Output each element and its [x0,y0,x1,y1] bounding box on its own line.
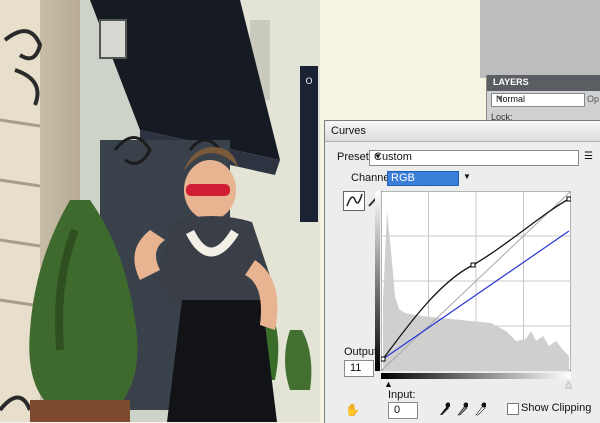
input-gradient-bar [381,373,571,379]
opacity-label: Op [587,94,600,104]
svg-text:О: О [305,77,312,87]
curves-graph[interactable] [381,191,571,371]
curve-point[interactable] [470,262,476,268]
layers-tab-label: LAYERS [493,77,529,87]
black-point-slider[interactable]: ▲ [384,379,393,389]
channel-value: RGB [391,172,415,184]
show-clipping-checkbox[interactable] [507,403,519,415]
gray-eyedropper-icon[interactable] [456,402,469,419]
chevron-down-icon: ▼ [374,152,382,161]
curves-title-bar: Curves [325,121,600,142]
preset-label: Preset: [337,151,372,163]
hand-adjust-icon[interactable]: ✋ [345,403,360,417]
curve-icon [346,193,363,207]
blend-mode-select[interactable]: Normal ▼ [491,93,585,107]
input-value: 0 [394,404,401,416]
channel-select[interactable]: RGB ▼ [387,171,473,186]
chevron-down-icon: ▼ [496,94,504,103]
preset-options-icon[interactable]: ☰ [584,151,593,162]
curves-dialog: Curves Preset: Custom ▼ ☰ Channel: RGB ▼ [324,120,600,423]
show-clipping-label: Show Clipping [521,402,592,414]
white-eyedropper-icon[interactable] [474,402,487,419]
output-field[interactable]: 11 [344,360,374,377]
input-label: Input: [388,389,416,401]
chevron-down-icon: ▼ [463,172,471,181]
black-eyedropper-icon[interactable] [438,402,451,419]
curves-title: Curves [331,125,366,137]
output-value: 11 [350,362,362,374]
preset-select[interactable]: Custom ▼ [369,150,579,166]
output-gradient-bar [375,191,380,371]
curve-point[interactable] [381,356,386,362]
output-label: Output: [344,346,381,358]
channel-value-box: RGB [387,171,459,186]
white-point-slider[interactable]: △ [565,379,572,390]
layers-tab[interactable]: LAYERS [487,75,600,91]
input-field[interactable]: 0 [388,402,418,419]
curve-points-tool[interactable] [343,191,365,211]
curve-point[interactable] [566,196,571,202]
